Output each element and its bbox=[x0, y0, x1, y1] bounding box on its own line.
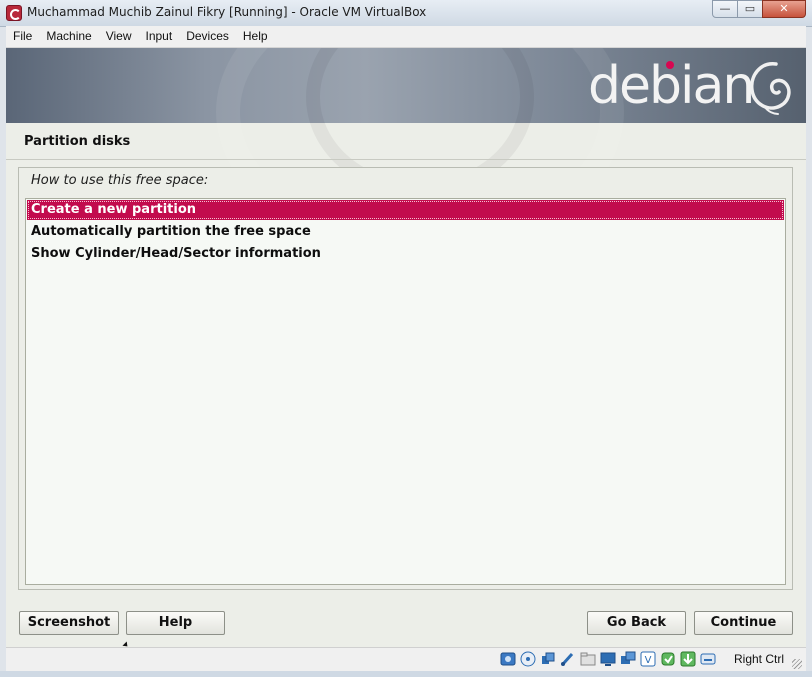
list-item-chs-info[interactable]: Show Cylinder/Head/Sector information bbox=[27, 244, 784, 264]
window-titlebar[interactable]: Muchammad Muchib Zainul Fikry [Running] … bbox=[0, 0, 812, 27]
page-title: Partition disks bbox=[24, 134, 131, 149]
list-item-create-partition[interactable]: Create a new partition bbox=[27, 200, 784, 220]
window-title: Muchammad Muchib Zainul Fikry [Running] … bbox=[27, 5, 427, 19]
screenshot-button[interactable]: Screenshot bbox=[19, 611, 119, 635]
optical-drive-icon[interactable] bbox=[520, 651, 536, 667]
svg-text:V: V bbox=[645, 655, 652, 666]
video-capture-icon[interactable]: V bbox=[640, 651, 656, 667]
menu-bar: File Machine View Input Devices Help bbox=[6, 26, 806, 48]
menu-file[interactable]: File bbox=[6, 26, 39, 47]
keyboard-capture-icon[interactable] bbox=[700, 651, 716, 667]
guest-screen[interactable]: debian Partition disks How to use this f… bbox=[6, 48, 806, 647]
usb-icon[interactable] bbox=[560, 651, 576, 667]
menu-view[interactable]: View bbox=[99, 26, 139, 47]
mouse-integration-icon[interactable] bbox=[680, 651, 696, 667]
resize-grip[interactable] bbox=[792, 659, 802, 669]
minimize-button[interactable]: — bbox=[712, 0, 738, 18]
menu-input[interactable]: Input bbox=[139, 26, 180, 47]
display-icon[interactable] bbox=[600, 651, 616, 667]
virtualbox-app-icon bbox=[6, 5, 22, 21]
cpu-icon[interactable] bbox=[660, 651, 676, 667]
host-key-label: Right Ctrl bbox=[733, 652, 784, 666]
help-button[interactable]: Help bbox=[126, 611, 225, 635]
device-indicators: V bbox=[500, 651, 716, 667]
menu-machine[interactable]: Machine bbox=[39, 26, 98, 47]
debian-swirl-icon bbox=[750, 62, 791, 115]
status-bar: V Right Ctrl bbox=[6, 647, 806, 672]
list-item-auto-partition[interactable]: Automatically partition the free space bbox=[27, 222, 784, 242]
menu-devices[interactable]: Devices bbox=[179, 26, 236, 47]
network-icon[interactable] bbox=[620, 651, 636, 667]
audio-icon[interactable] bbox=[540, 651, 556, 667]
installer-banner: debian bbox=[6, 48, 806, 256]
window-bottom-border bbox=[0, 671, 812, 677]
close-button[interactable]: ✕ bbox=[762, 0, 806, 18]
menu-help[interactable]: Help bbox=[236, 26, 275, 47]
go-back-button[interactable]: Go Back bbox=[587, 611, 686, 635]
title-divider bbox=[6, 159, 806, 160]
options-list[interactable]: Create a new partition Automatically par… bbox=[25, 198, 786, 585]
question-label: How to use this free space: bbox=[31, 173, 209, 188]
debian-logo-dot bbox=[666, 61, 674, 69]
window-controls: — ▭ ✕ bbox=[712, 0, 806, 18]
hard-disk-icon[interactable] bbox=[500, 651, 516, 667]
restore-button[interactable]: ▭ bbox=[737, 0, 763, 18]
shared-folders-icon[interactable] bbox=[580, 651, 596, 667]
continue-button[interactable]: Continue bbox=[694, 611, 793, 635]
